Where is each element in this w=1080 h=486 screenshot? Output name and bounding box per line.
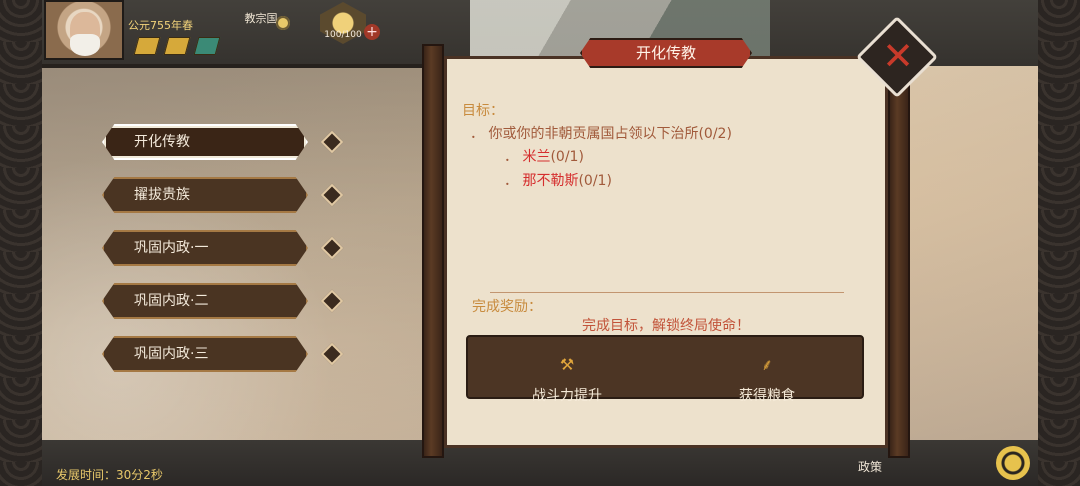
- modal-right-pillar: [888, 44, 910, 458]
- mission-item-label: 巩固内政·一: [134, 240, 209, 256]
- mission-item-consolidate-2[interactable]: 巩固内政·二: [102, 283, 308, 319]
- reward-heading: 完成奖励：: [472, 299, 542, 315]
- mission-item-label: 擢拔贵族: [134, 187, 190, 203]
- reward-item-combat[interactable]: ⚒: [497, 355, 637, 374]
- goal-main-text: ． 你或你的非朝贡属国占领以下治所(0/2): [470, 126, 732, 142]
- reward-label-combat: 战斗力提升: [532, 388, 602, 404]
- mission-item-label: 巩固内政·二: [134, 293, 209, 309]
- modal-title: 开化传教: [580, 38, 752, 68]
- goal-heading: 目标：: [462, 103, 504, 119]
- mission-item-consolidate-3[interactable]: 巩固内政·三: [102, 336, 308, 372]
- goal-city-item: ． 米兰(0/1): [504, 146, 584, 166]
- add-army-button[interactable]: +: [364, 24, 380, 40]
- policy-button[interactable]: 政策: [858, 458, 882, 475]
- development-time: 发展时间：30分2秒: [56, 468, 163, 482]
- goal-city-name: 米兰: [522, 149, 551, 165]
- right-border-pattern: [1038, 0, 1080, 486]
- mission-item-promote-nobles[interactable]: 擢拔贵族: [102, 177, 308, 213]
- religion-label: 教宗国: [244, 12, 278, 25]
- mission-item-enlighten[interactable]: 开化传教: [102, 124, 308, 160]
- bullet: ．: [504, 149, 518, 165]
- gear-icon[interactable]: [276, 16, 290, 30]
- mission-item-label: 开化传教: [134, 134, 190, 150]
- coin-icon[interactable]: [996, 446, 1030, 480]
- left-border-pattern: [0, 0, 42, 486]
- modal-left-pillar: [422, 44, 444, 458]
- mission-item-consolidate-1[interactable]: 巩固内政·一: [102, 230, 308, 266]
- goal-city-count: (0/1): [550, 149, 584, 165]
- reward-item-grain[interactable]: ⸙: [697, 355, 837, 374]
- mission-item-label: 巩固内政·三: [134, 346, 209, 362]
- section-divider: [490, 292, 844, 293]
- grain-icon: ⸙: [760, 355, 773, 374]
- reward-label-grain: 获得粮食: [739, 388, 795, 404]
- era-label: 公元755年春: [128, 19, 193, 32]
- close-icon[interactable]: ✕: [874, 32, 922, 80]
- goal-city-name: 那不勒斯: [522, 173, 579, 189]
- goal-city-item: ． 那不勒斯(0/1): [504, 170, 612, 190]
- combat-icon: ⚒: [559, 355, 575, 374]
- army-count: 100/100: [324, 30, 362, 40]
- goal-city-count: (0/1): [578, 173, 612, 189]
- ruler-portrait[interactable]: [44, 0, 124, 60]
- reward-note: 完成目标，解锁终局使命！: [582, 318, 750, 334]
- bullet: ．: [504, 173, 518, 189]
- portrait-beard: [70, 34, 100, 56]
